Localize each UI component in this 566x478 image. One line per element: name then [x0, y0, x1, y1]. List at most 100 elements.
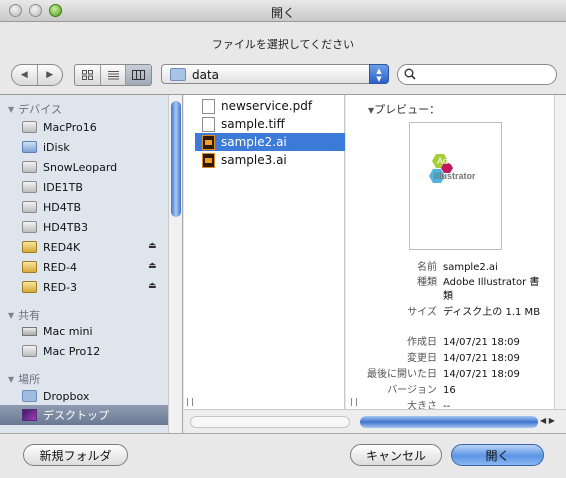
mac-mini-icon — [22, 326, 37, 336]
file-column: newservice.pdf sample.tiff sample2.ai sa… — [184, 95, 345, 409]
sidebar-item-label: RED-3 — [43, 280, 78, 294]
current-folder-label: data — [192, 68, 220, 82]
sidebar-item-hd4tb3[interactable]: HD4TB3 — [0, 217, 168, 237]
sidebar-item-label: デスクトップ — [43, 409, 109, 422]
section-header: 場所 — [18, 373, 41, 386]
preview-header[interactable]: ▼プレビュー： — [368, 101, 440, 117]
sidebar-item-label: IDE1TB — [43, 180, 83, 194]
file-name: newservice.pdf — [221, 99, 313, 113]
title-bar[interactable]: 開く — [0, 0, 566, 22]
sidebar-item-red-3[interactable]: RED-3 — [0, 277, 168, 297]
open-button[interactable]: 開く — [451, 444, 544, 466]
hard-disk-icon — [22, 181, 37, 193]
desktop-icon — [22, 409, 37, 421]
external-disk-icon — [22, 261, 37, 273]
sidebar-item-label: MacPro16 — [43, 120, 97, 134]
illustrator-file-icon — [202, 134, 215, 150]
hard-disk-icon — [22, 121, 37, 133]
sidebar-item-label: RED-4 — [43, 260, 78, 274]
window-title: 開く — [270, 6, 295, 20]
file-row-sample2-ai[interactable]: sample2.ai — [195, 133, 345, 151]
folder-icon — [22, 390, 37, 402]
sidebar-item-label: HD4TB3 — [43, 220, 89, 234]
scroll-thumb[interactable] — [171, 101, 181, 217]
file-row-sample-tiff[interactable]: sample.tiff — [195, 115, 345, 133]
hard-disk-icon — [22, 201, 37, 213]
meta-row-created: 作成日 14/07/21 18:09 — [407, 337, 520, 348]
file-name: sample2.ai — [221, 135, 287, 149]
column-resize-handle[interactable] — [351, 398, 357, 406]
sidebar-scrollbar[interactable] — [168, 95, 182, 434]
meta-row-dimensions: 大きさ -- — [407, 401, 451, 409]
sidebar-section-places[interactable]: ▼ 場所 — [8, 371, 40, 387]
search-input[interactable] — [420, 67, 552, 82]
scroll-arrows-icon[interactable]: ◀ ▶ — [540, 416, 555, 425]
sidebar-item-red4k[interactable]: RED4K — [0, 237, 168, 257]
eject-icon[interactable]: ⏏ — [148, 261, 157, 271]
tiff-document-icon — [202, 116, 215, 132]
column-resize-handle[interactable] — [187, 398, 193, 406]
external-disk-icon — [22, 241, 37, 253]
scroll-thumb[interactable] — [360, 416, 538, 428]
sidebar-item-mac-pro12[interactable]: Mac Pro12 — [0, 341, 168, 361]
sidebar-item-dropbox[interactable]: Dropbox — [0, 386, 168, 406]
view-mode-control — [74, 64, 152, 86]
eject-icon[interactable]: ⏏ — [148, 241, 157, 251]
sidebar-item-desktop[interactable]: デスクトップ — [0, 405, 168, 425]
sidebar-item-red-4[interactable]: RED-4 — [0, 257, 168, 277]
preview-label: プレビュー： — [374, 103, 441, 116]
disclosure-triangle-icon: ▼ — [8, 104, 15, 114]
new-folder-button[interactable]: 新規フォルダ — [23, 444, 128, 466]
search-field[interactable] — [397, 64, 557, 85]
sidebar-item-hd4tb[interactable]: HD4TB — [0, 197, 168, 217]
sidebar-item-ide1tb[interactable]: IDE1TB — [0, 177, 168, 197]
back-arrow-icon[interactable]: ◀ — [12, 65, 37, 85]
sidebar-item-label: Mac Pro12 — [43, 344, 101, 358]
computer-icon — [22, 345, 37, 357]
dialog-prompt: ファイルを選択してください — [211, 38, 355, 51]
forward-arrow-icon[interactable]: ▶ — [36, 65, 63, 85]
meta-row-name: 名前 sample2.ai — [417, 262, 498, 273]
eject-icon[interactable]: ⏏ — [148, 281, 157, 291]
column-view-button[interactable] — [125, 65, 152, 85]
meta-row-version: バージョン 16 — [387, 385, 456, 396]
sidebar-item-macpro16[interactable]: MacPro16 — [0, 117, 168, 137]
list-view-icon — [107, 71, 119, 80]
back-forward-control: ◀ ▶ — [11, 64, 63, 86]
list-view-button[interactable] — [99, 65, 126, 85]
open-dialog-window: 開く ファイルを選択してください ◀ ▶ data ▲ ▼ ▼ デバイス MacPr… — [0, 0, 566, 478]
sidebar-item-mac-mini[interactable]: Mac mini — [0, 321, 168, 341]
scroll-track[interactable] — [190, 416, 350, 428]
hard-disk-icon — [22, 161, 37, 173]
path-popup-menu[interactable]: data ▲ ▼ — [161, 64, 389, 84]
folder-icon — [170, 68, 186, 81]
meta-row-last-opened: 最後に開いた日 14/07/21 18:09 — [367, 369, 520, 380]
preview-pane: ▼プレビュー： Adobe Illustrator 名前 sample2.ai 種… — [346, 95, 566, 409]
sidebar-item-idisk[interactable]: iDisk — [0, 137, 168, 157]
pdf-document-icon — [202, 98, 215, 114]
preview-scrollbar[interactable] — [554, 95, 566, 409]
disclosure-triangle-icon: ▼ — [8, 310, 15, 320]
icon-view-button[interactable] — [75, 65, 100, 85]
icon-view-icon — [81, 70, 93, 80]
logo-text-adobe: Adobe — [437, 156, 463, 166]
sidebar: ▼ デバイス MacPro16 iDisk SnowLeopard IDE1TB … — [0, 95, 183, 434]
cancel-button[interactable]: キャンセル — [350, 444, 442, 466]
sidebar-item-label: RED4K — [43, 240, 81, 254]
logo-text-illustrator: Illustrator — [434, 171, 476, 181]
sidebar-item-snowleopard[interactable]: SnowLeopard — [0, 157, 168, 177]
file-name: sample.tiff — [221, 117, 285, 131]
popup-stepper-icon: ▲ ▼ — [369, 64, 389, 84]
file-row-newservice-pdf[interactable]: newservice.pdf — [195, 97, 345, 115]
button-bar: 新規フォルダ キャンセル 開く — [0, 433, 566, 478]
search-icon — [404, 68, 416, 80]
sidebar-item-label: Mac mini — [43, 324, 93, 338]
sidebar-item-label: Dropbox — [43, 389, 90, 403]
adobe-illustrator-logo: Adobe Illustrator — [429, 154, 476, 183]
horizontal-scrollbar[interactable]: ◀ ▶ — [184, 409, 566, 434]
meta-row-kind: 種類 Adobe Illustrator 書類 — [417, 277, 540, 302]
file-row-sample3-ai[interactable]: sample3.ai — [195, 151, 345, 169]
illustrator-file-icon — [202, 152, 215, 168]
column-view-icon — [132, 70, 146, 80]
sidebar-section-devices[interactable]: ▼ デバイス — [8, 101, 62, 117]
